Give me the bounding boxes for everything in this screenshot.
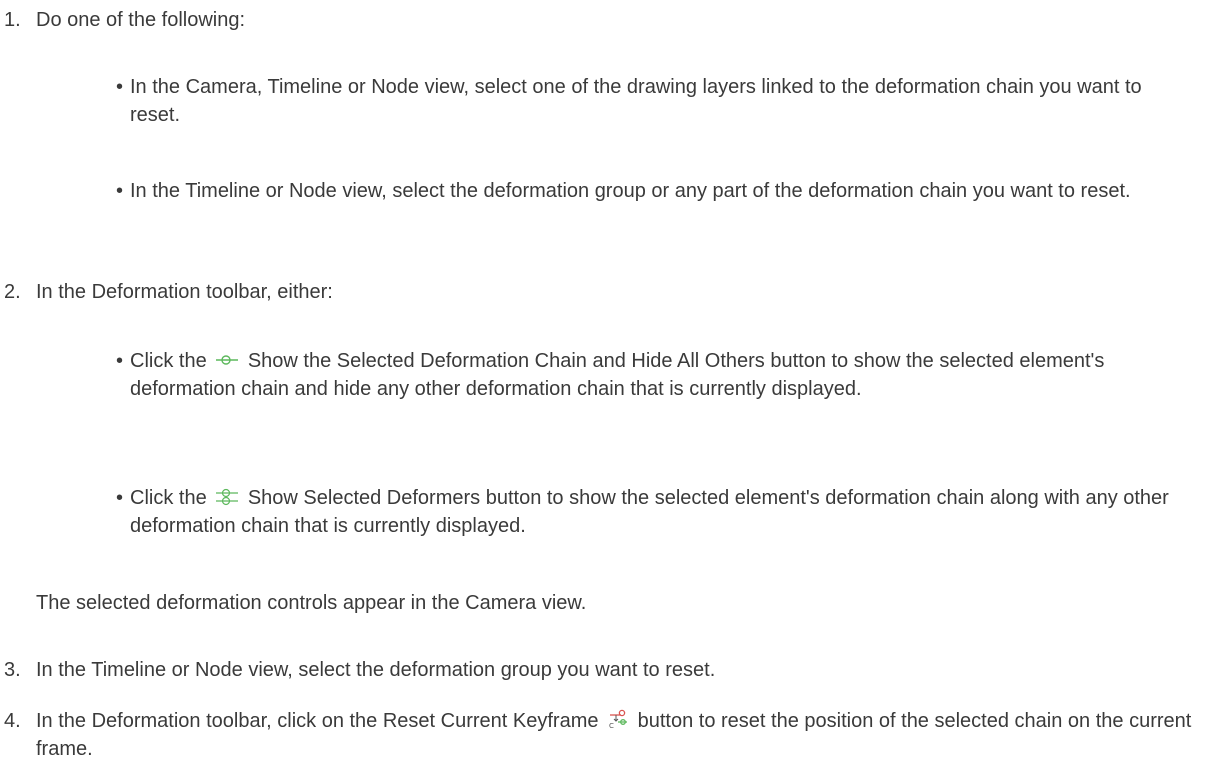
bullet-dot: • xyxy=(116,180,124,202)
bullet-text: In the Timeline or Node view, select the… xyxy=(130,180,1131,202)
reset-keyframe-icon: C xyxy=(608,709,628,729)
selected-deformers-icon xyxy=(216,488,239,506)
step-text: Do one of the following: xyxy=(36,9,246,31)
bullet-text-before: Click the xyxy=(130,350,207,372)
bullet-text: Click the Show Selected Deformers button… xyxy=(130,484,1190,540)
bullet-text: In the Camera, Timeline or Node view, se… xyxy=(130,76,1142,126)
bullet-dot: • xyxy=(116,487,124,509)
step-text: In the Deformation toolbar, click on the… xyxy=(36,707,1216,763)
step-text-before: In the Deformation toolbar, click on the… xyxy=(36,710,599,732)
step-number: 4. xyxy=(4,710,21,732)
instruction-document: 1. Do one of the following: • In the Cam… xyxy=(0,0,1223,765)
step-note: The selected deformation controls appear… xyxy=(36,592,587,614)
step-number: 3. xyxy=(4,659,21,681)
bullet-text-before: Click the xyxy=(130,487,207,509)
step-number: 1. xyxy=(4,9,21,31)
step-number: 2. xyxy=(4,281,21,303)
step-text: In the Timeline or Node view, select the… xyxy=(36,659,716,681)
bullet-text-after: Show the Selected Deformation Chain and … xyxy=(130,350,1105,400)
svg-text:C: C xyxy=(609,722,614,729)
bullet-dot: • xyxy=(116,350,124,372)
bullet-dot: • xyxy=(116,76,124,98)
deformation-chain-icon xyxy=(216,353,239,369)
bullet-text: Click the Show the Selected Deformation … xyxy=(130,347,1190,403)
step-text: In the Deformation toolbar, either: xyxy=(36,281,333,303)
bullet-text-after: Show Selected Deformers button to show t… xyxy=(130,487,1169,537)
